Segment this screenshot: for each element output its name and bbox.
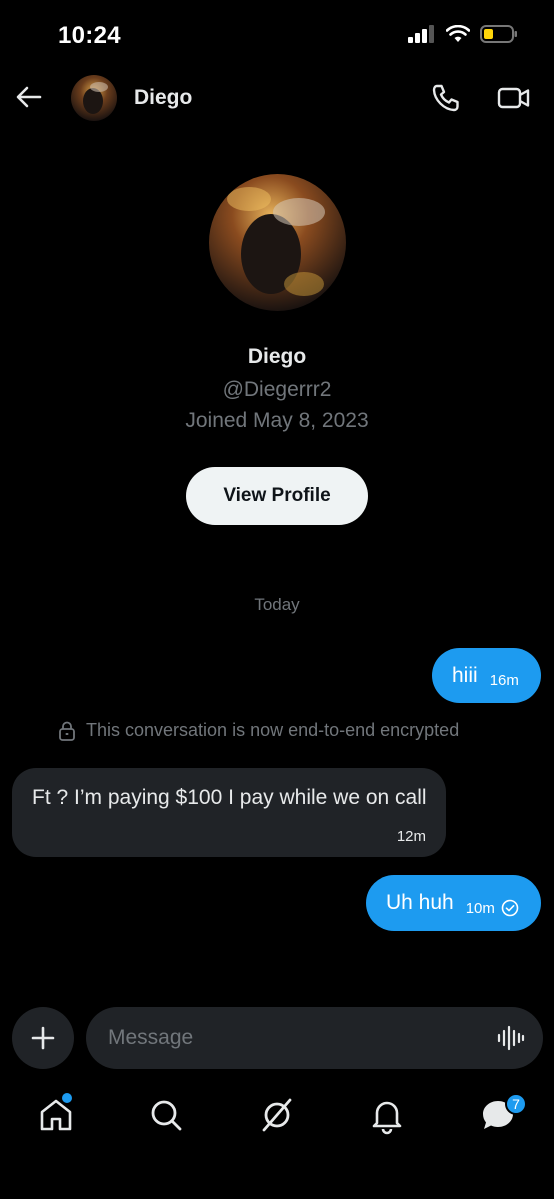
search-icon[interactable] — [146, 1095, 186, 1135]
avatar-image — [209, 174, 346, 311]
message-bubble-outgoing[interactable]: hiii 16m — [432, 648, 541, 703]
message-time: 10m — [465, 899, 495, 917]
date-divider: Today — [254, 595, 300, 614]
status-time: 10:24 — [58, 22, 121, 49]
profile-joined-date: Joined May 8, 2023 — [185, 409, 369, 432]
encryption-notice-text: This conversation is now end-to-end encr… — [86, 720, 460, 740]
message-time: 12m — [396, 828, 426, 845]
messages-unread-badge: 7 — [505, 1093, 527, 1115]
message-input[interactable] — [86, 1007, 543, 1069]
lock-icon — [59, 721, 75, 741]
seen-check-icon — [501, 899, 519, 917]
home-notification-dot — [62, 1093, 72, 1103]
grok-icon[interactable] — [257, 1095, 297, 1135]
notifications-bell-icon[interactable] — [367, 1095, 407, 1135]
status-icons — [408, 24, 518, 44]
battery-icon — [480, 25, 517, 43]
message-time: 16m — [489, 672, 519, 689]
back-arrow-icon[interactable] — [14, 82, 44, 112]
header-contact-name[interactable]: Diego — [134, 86, 192, 110]
view-profile-button[interactable]: View Profile — [186, 467, 368, 525]
avatar-image — [71, 75, 117, 121]
profile-name: Diego — [247, 345, 307, 368]
phone-call-icon[interactable] — [430, 82, 462, 114]
message-bubble-outgoing[interactable]: Uh huh 10m — [366, 875, 541, 931]
header-avatar[interactable] — [71, 75, 117, 121]
profile-avatar[interactable] — [209, 174, 346, 311]
video-call-icon[interactable] — [497, 82, 531, 114]
message-text: hiii — [452, 663, 478, 687]
message-text: Uh huh — [386, 891, 454, 914]
message-bubble-incoming[interactable]: Ft ? I’m paying $100 I pay while we on c… — [12, 768, 446, 857]
wifi-icon — [446, 25, 470, 42]
plus-icon — [31, 1026, 55, 1050]
cellular-signal-icon — [408, 25, 434, 43]
voice-message-icon[interactable] — [496, 1023, 526, 1053]
encryption-notice: This conversation is now end-to-end encr… — [58, 720, 459, 741]
add-attachment-button[interactable] — [12, 1007, 74, 1069]
message-text: Ft ? I’m paying $100 I pay while we on c… — [32, 786, 427, 809]
profile-handle: @Diegerrr2 — [222, 378, 332, 401]
